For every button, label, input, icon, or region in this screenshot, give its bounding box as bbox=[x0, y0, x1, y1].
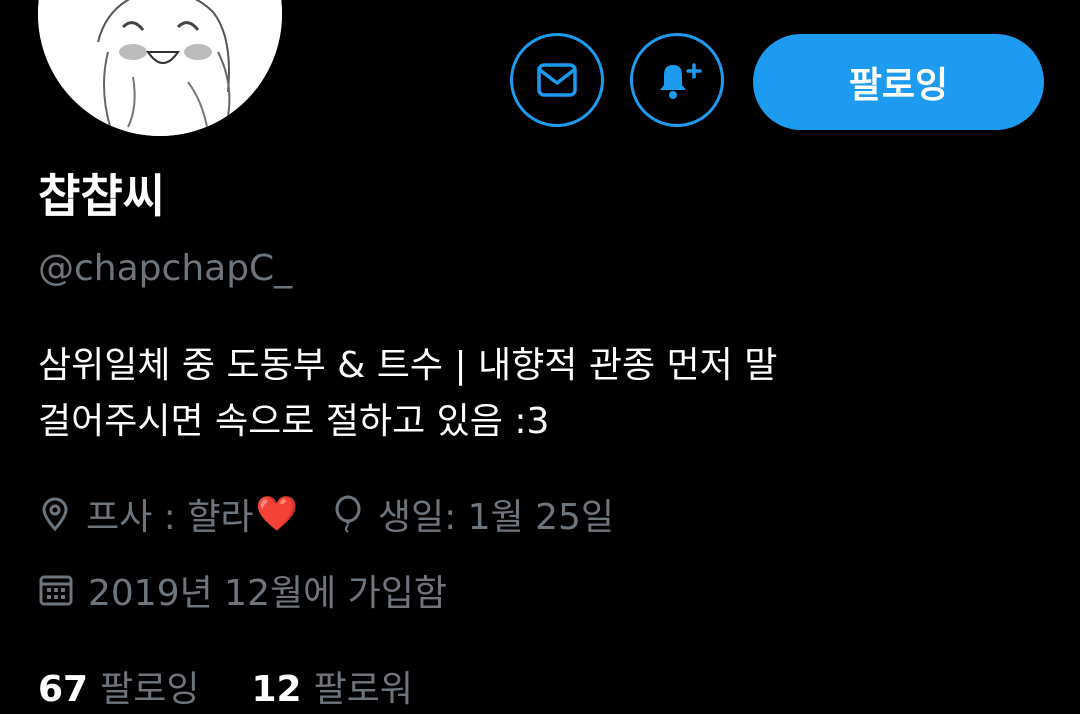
following-count: 67 bbox=[38, 669, 89, 710]
follow-stats: 67 팔로잉 12 팔로워 bbox=[38, 660, 413, 712]
profile-meta-row: 2019년 12월에 가입함 bbox=[38, 564, 447, 616]
profile-meta-row: 프사 : 햘라 ❤️ 생일: 1월 25일 bbox=[38, 488, 614, 540]
following-label: 팔로잉 bbox=[100, 669, 200, 710]
user-handle: @chapchapC_ bbox=[38, 248, 293, 289]
heart-emoji: ❤️ bbox=[255, 494, 298, 534]
message-button[interactable] bbox=[510, 33, 604, 127]
balloon-icon bbox=[335, 495, 361, 533]
birthday-item: 생일: 1월 25일 bbox=[332, 488, 614, 540]
bio-line: 삼위일체 중 도동부 & 트수 | 내향적 관종 먼저 말 bbox=[38, 345, 778, 386]
following-button[interactable]: 팔로잉 bbox=[753, 34, 1044, 130]
bio-line: 걸어주시면 속으로 절하고 있음 :3 bbox=[38, 401, 550, 442]
bell-plus-icon bbox=[660, 63, 702, 99]
followers-count: 12 bbox=[251, 669, 302, 710]
envelope-icon bbox=[537, 63, 577, 97]
following-count-link[interactable]: 67 팔로잉 bbox=[38, 660, 199, 712]
calendar-icon bbox=[39, 575, 73, 606]
profile-bio: 삼위일체 중 도동부 & 트수 | 내향적 관종 먼저 말 걸어주시면 속으로 … bbox=[38, 338, 1038, 450]
location-text: 프사 : 햘라 bbox=[86, 497, 254, 538]
location-item: 프사 : 햘라 ❤️ bbox=[38, 488, 298, 540]
notification-button[interactable] bbox=[630, 33, 724, 127]
display-name: 챱챱씨 bbox=[38, 169, 165, 223]
joined-text: 2019년 12월에 가입함 bbox=[88, 573, 448, 614]
profile-avatar[interactable] bbox=[38, 0, 282, 136]
location-pin-icon bbox=[42, 497, 68, 532]
avatar-illustration bbox=[38, 0, 282, 136]
birthday-text: 생일: 1월 25일 bbox=[377, 497, 615, 538]
joined-item: 2019년 12월에 가입함 bbox=[38, 564, 447, 616]
followers-count-link[interactable]: 12 팔로워 bbox=[251, 660, 412, 712]
followers-label: 팔로워 bbox=[313, 669, 413, 710]
